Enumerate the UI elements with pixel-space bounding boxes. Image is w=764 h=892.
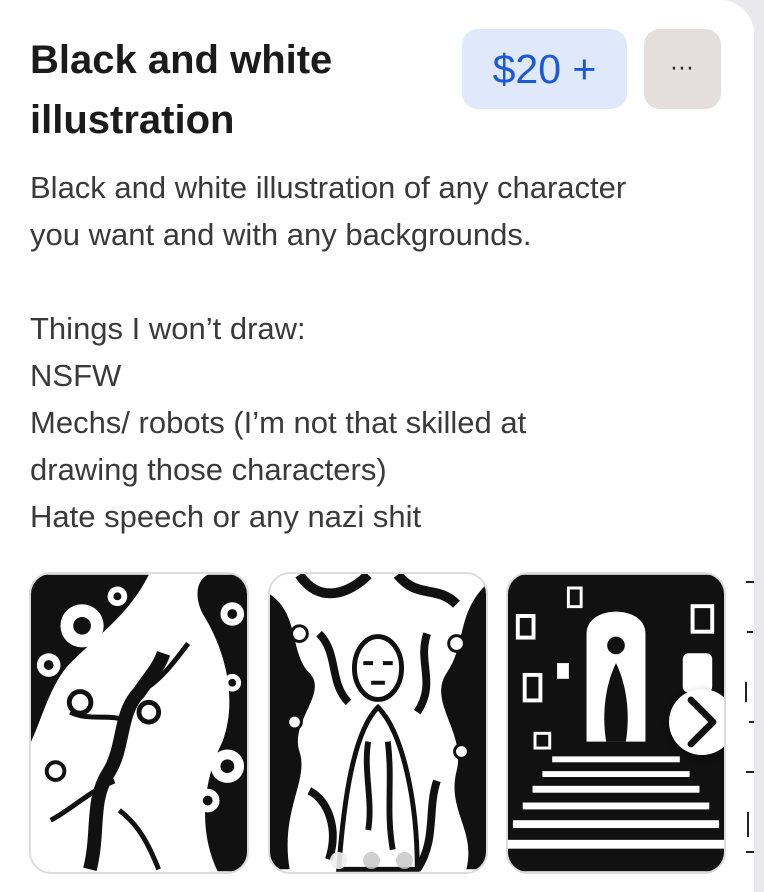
description-line: drawing those characters) xyxy=(30,452,387,487)
description-line: Mechs/ robots (I’m not that skilled at xyxy=(30,405,527,440)
price-button[interactable]: $20 + xyxy=(462,29,627,109)
commission-description: Black and white illustration of any char… xyxy=(30,164,740,540)
description-line: Black and white illustration of any char… xyxy=(30,170,627,205)
gallery-pagination xyxy=(330,852,413,869)
gallery-image-2[interactable] xyxy=(268,572,488,874)
pagination-dot[interactable] xyxy=(330,852,347,869)
next-image-button[interactable] xyxy=(669,689,724,755)
ink-illustration-eyes-tree-icon xyxy=(31,574,247,872)
description-line: NSFW xyxy=(30,358,122,393)
gallery-image-3[interactable] xyxy=(506,572,726,874)
chevron-right-icon xyxy=(687,696,717,748)
pagination-dot[interactable] xyxy=(396,852,413,869)
description-line: Hate speech or any nazi shit xyxy=(30,499,422,534)
description-line: Things I won’t draw: xyxy=(30,311,306,346)
gallery-image-4-peek[interactable] xyxy=(744,572,754,874)
ink-illustration-figure-swirls-icon xyxy=(270,574,486,872)
sample-gallery xyxy=(0,572,754,877)
pagination-dot[interactable] xyxy=(363,852,380,869)
description-line: you want and with any backgrounds. xyxy=(30,217,532,252)
gallery-image-1[interactable] xyxy=(29,572,249,874)
more-options-button[interactable]: ··· xyxy=(644,29,721,109)
commission-title: Black and white illustration xyxy=(30,38,333,142)
commission-card: Black and white illustration $20 + ··· B… xyxy=(0,0,754,892)
